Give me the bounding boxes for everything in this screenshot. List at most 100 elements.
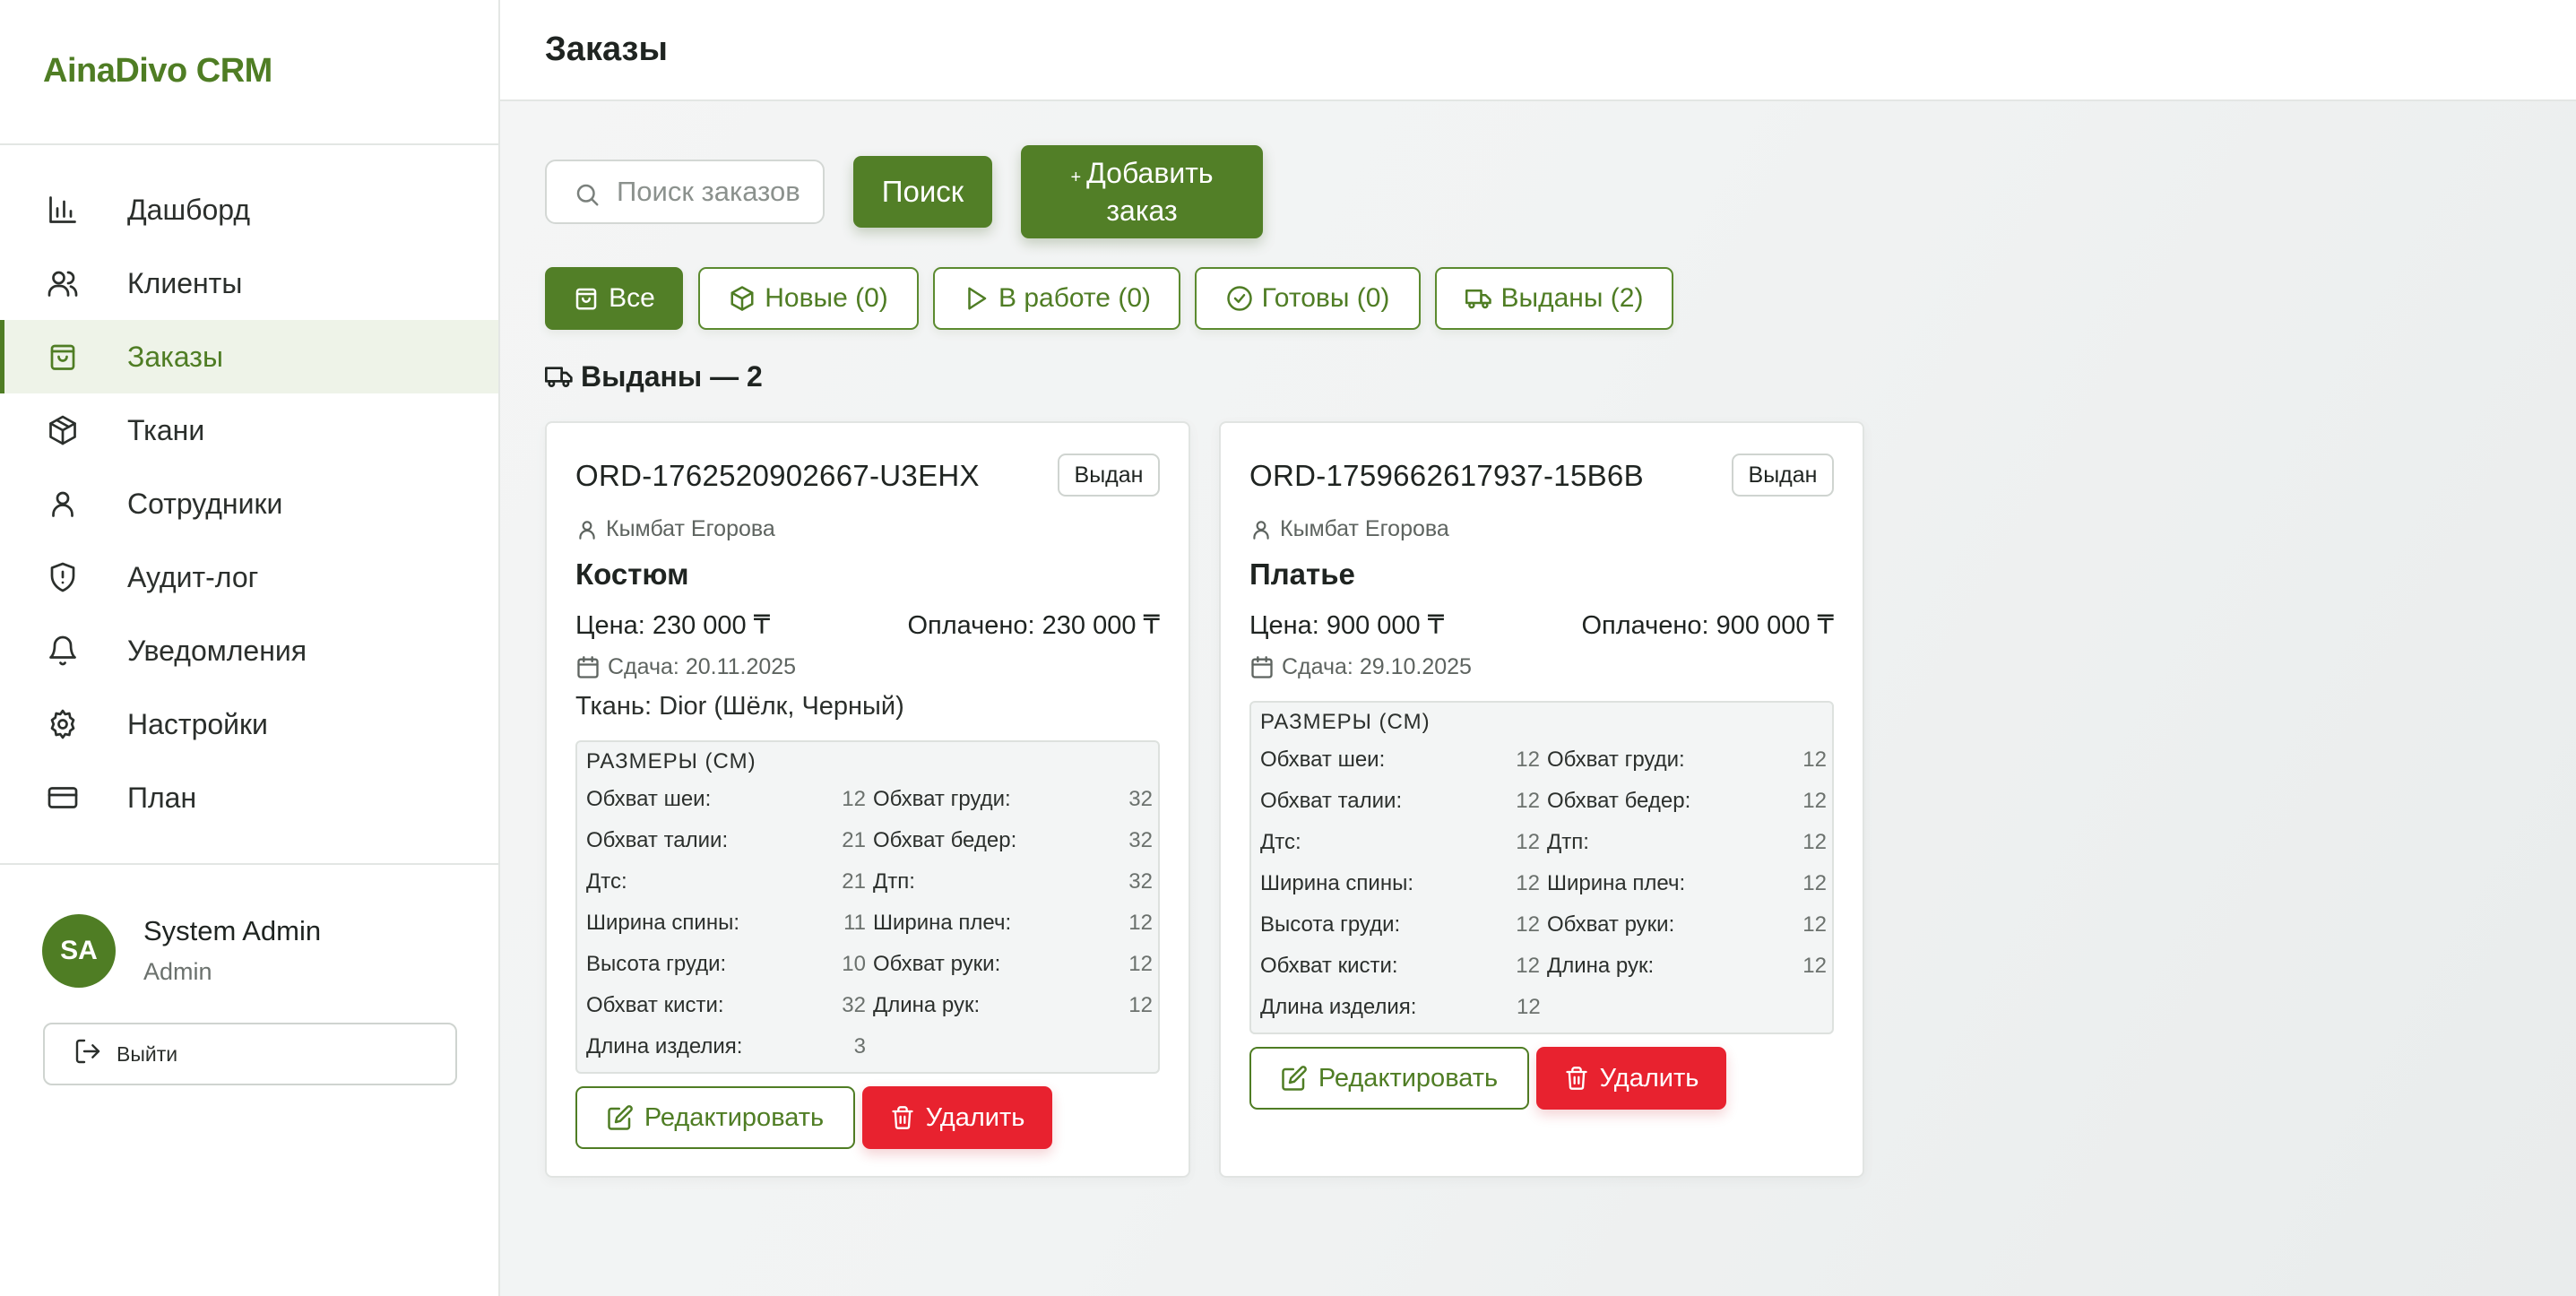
app-logo[interactable]: AinaDivo CRM	[43, 52, 272, 91]
search-icon	[576, 184, 599, 206]
filter-in-progress[interactable]: В работе (0)	[933, 267, 1180, 330]
sidebar-divider	[0, 863, 500, 865]
sidebar-item-label: Уведомления	[127, 634, 307, 667]
sidebar-item-notifications[interactable]: Уведомления	[0, 614, 498, 687]
order-id: ORD-1762520902667-U3EHX	[575, 459, 980, 492]
sidebar-item-label: План	[127, 781, 197, 814]
sidebar-item-audit-log[interactable]: Аудит-лог	[0, 540, 498, 614]
measurement-row: Обхват кисти: 12	[1260, 954, 1540, 984]
order-product: Платье	[1249, 557, 1355, 591]
filter-label: Выданы (2)	[1500, 283, 1644, 313]
add-order-button[interactable]: + Добавить заказ	[1021, 145, 1263, 238]
delete-order-button[interactable]: Удалить	[862, 1086, 1052, 1149]
sidebar-item-label: Настройки	[127, 707, 268, 740]
measurement-value: 12	[1128, 911, 1153, 935]
edit-label: Редактировать	[1318, 1063, 1499, 1093]
measurements-panel: РАЗМЕРЫ (СМ) Обхват шеи: 12 Обхват груди:…	[1249, 701, 1834, 1034]
measurement-label: Обхват шеи:	[586, 787, 712, 811]
sidebar-item-label: Клиенты	[127, 266, 243, 299]
delete-label: Удалить	[925, 1102, 1025, 1132]
section-title: Выданы — 2	[581, 359, 763, 393]
measurement-value: 12	[1516, 912, 1540, 937]
measurement-label: Дтс:	[1260, 830, 1301, 854]
package-icon	[730, 286, 754, 311]
logout-button[interactable]: Выйти	[43, 1023, 457, 1085]
order-card: ORD-1762520902667-U3EHX Выдан Кымбат Его…	[545, 421, 1190, 1178]
measurement-row: Обхват груди: 12	[1547, 747, 1827, 778]
edit-order-button[interactable]: Редактировать	[1249, 1047, 1529, 1110]
bar-chart-icon	[47, 194, 79, 226]
delete-order-button[interactable]: Удалить	[1536, 1047, 1726, 1110]
sidebar-item-fabrics[interactable]: Ткани	[0, 393, 498, 467]
measurement-label: Длина рук:	[873, 993, 981, 1017]
filter-label: Готовы (0)	[1261, 283, 1390, 313]
measurement-value: 12	[1516, 747, 1540, 772]
user-role: Admin	[143, 958, 212, 985]
section-header: Выданы — 2	[545, 359, 763, 394]
sidebar-item-clients[interactable]: Клиенты	[0, 246, 498, 320]
gear-icon	[47, 708, 79, 740]
measurement-row: Обхват руки: 12	[873, 952, 1153, 982]
order-client: Кымбат Егорова	[575, 516, 775, 542]
measurement-label: Обхват груди:	[1547, 747, 1685, 772]
measurement-value: 21	[842, 828, 866, 852]
sidebar-item-dashboard[interactable]: Дашборд	[0, 173, 498, 246]
filter-label: В работе (0)	[998, 283, 1151, 313]
status-badge: Выдан	[1058, 454, 1160, 497]
user-name: System Admin	[143, 915, 322, 946]
measurement-value: 32	[1128, 828, 1153, 852]
order-card: ORD-1759662617937-15B6B Выдан Кымбат Его…	[1219, 421, 1864, 1178]
logout-icon	[73, 1037, 102, 1071]
search-box[interactable]	[545, 160, 825, 224]
measurement-value: 32	[1128, 869, 1153, 894]
filter-issued[interactable]: Выданы (2)	[1435, 267, 1673, 330]
page-title: Заказы	[545, 30, 668, 68]
measurement-label: Обхват руки:	[873, 952, 1001, 976]
filter-all[interactable]: Все	[545, 267, 683, 330]
logout-label: Выйти	[117, 1041, 178, 1066]
search-button[interactable]: Поиск	[853, 156, 992, 228]
measurement-label: Дтп:	[1547, 830, 1589, 854]
measurement-row: Длина изделия: 3	[586, 1034, 866, 1065]
edit-order-button[interactable]: Редактировать	[575, 1086, 855, 1149]
measurement-value: 11	[843, 911, 866, 935]
sidebar-divider	[0, 143, 500, 145]
order-price: Цена: 900 000 ₸	[1249, 611, 1445, 640]
delete-label: Удалить	[1599, 1063, 1699, 1093]
edit-label: Редактировать	[644, 1102, 825, 1132]
measurement-label: Обхват шеи:	[1260, 747, 1386, 772]
measurement-value: 12	[1516, 789, 1540, 813]
measurement-value: 12	[1516, 871, 1540, 895]
measurement-label: Ширина плеч:	[873, 911, 1012, 935]
measurement-value: 12	[1802, 871, 1827, 895]
measurements-panel: РАЗМЕРЫ (СМ) Обхват шеи: 12 Обхват груди:…	[575, 740, 1160, 1074]
sidebar-item-employees[interactable]: Сотрудники	[0, 467, 498, 540]
filter-ready[interactable]: Готовы (0)	[1195, 267, 1421, 330]
sidebar-item-plan[interactable]: План	[0, 761, 498, 834]
measurement-row: Длина рук: 12	[873, 993, 1153, 1024]
measurement-value: 12	[1516, 830, 1540, 854]
filter-new[interactable]: Новые (0)	[698, 267, 919, 330]
measurement-label: Длина рук:	[1547, 954, 1655, 978]
measurement-row: Ширина спины: 11	[586, 911, 866, 941]
measurement-label: Ширина плеч:	[1547, 871, 1686, 895]
measurement-row: Высота груди: 10	[586, 952, 866, 982]
measurement-value: 12	[1517, 995, 1541, 1019]
sidebar-item-orders[interactable]: Заказы	[0, 320, 498, 393]
measurement-row: Ширина спины: 12	[1260, 871, 1540, 902]
search-input[interactable]	[617, 176, 814, 208]
sidebar-item-label: Сотрудники	[127, 487, 283, 520]
measurement-label: Обхват груди:	[873, 787, 1011, 811]
measurement-row: Дтс: 12	[1260, 830, 1540, 860]
order-product: Костюм	[575, 557, 689, 591]
measurement-row: Обхват руки: 12	[1547, 912, 1827, 943]
measurement-label: Ширина спины:	[586, 911, 739, 935]
package-icon	[47, 414, 79, 446]
order-id: ORD-1759662617937-15B6B	[1249, 459, 1644, 492]
truck-icon	[545, 367, 573, 387]
sidebar-item-settings[interactable]: Настройки	[0, 687, 498, 761]
measurement-value: 12	[1802, 954, 1827, 978]
shield-alert-icon	[47, 561, 79, 593]
measurement-row: Обхват кисти: 32	[586, 993, 866, 1024]
user-icon	[1253, 520, 1269, 540]
